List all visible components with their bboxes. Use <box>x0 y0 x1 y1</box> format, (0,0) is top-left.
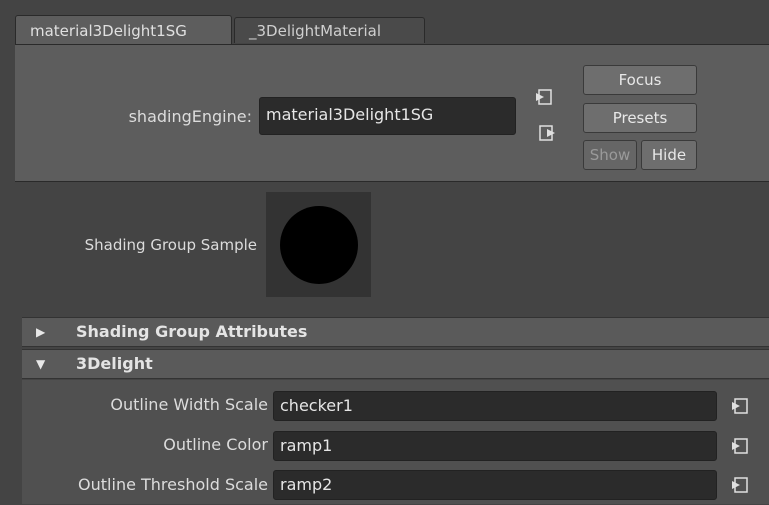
attr-field-outline-threshold-scale[interactable]: ramp2 <box>273 470 717 500</box>
input-connection-icon[interactable] <box>535 88 553 106</box>
frame-title: Shading Group Attributes <box>76 322 308 341</box>
sample-label: Shading Group Sample <box>84 236 257 254</box>
frame-3delight[interactable]: ▼ 3Delight <box>22 349 769 379</box>
frame-shading-group-attributes[interactable]: ▶ Shading Group Attributes <box>22 317 769 347</box>
shading-engine-field[interactable]: material3Delight1SG <box>259 97 516 135</box>
output-connection-icon[interactable] <box>538 124 556 142</box>
hide-button[interactable]: Hide <box>641 140 697 170</box>
tab-bar: material3Delight1SG _3DelightMaterial <box>0 0 769 45</box>
tab-material3delight1sg[interactable]: material3Delight1SG <box>15 15 232 45</box>
presets-button[interactable]: Presets <box>583 103 697 133</box>
attr-label-outline-color: Outline Color <box>163 435 268 454</box>
tab-3delight-material[interactable]: _3DelightMaterial <box>234 17 425 43</box>
attr-connection-icon[interactable] <box>731 476 749 494</box>
sample-sphere <box>280 206 358 284</box>
show-button[interactable]: Show <box>583 140 637 170</box>
shading-engine-label: shadingEngine: <box>128 107 252 126</box>
attr-label-outline-threshold-scale: Outline Threshold Scale <box>78 475 268 494</box>
attr-connection-icon[interactable] <box>731 437 749 455</box>
attr-label-outline-width-scale: Outline Width Scale <box>110 395 268 414</box>
collapsed-triangle-icon: ▶ <box>36 325 46 339</box>
expanded-triangle-icon: ▼ <box>36 357 46 371</box>
focus-button[interactable]: Focus <box>583 65 697 95</box>
frame-title: 3Delight <box>76 354 153 373</box>
attr-field-outline-color[interactable]: ramp1 <box>273 431 717 461</box>
attr-connection-icon[interactable] <box>731 397 749 415</box>
attr-field-outline-width-scale[interactable]: checker1 <box>273 391 717 421</box>
